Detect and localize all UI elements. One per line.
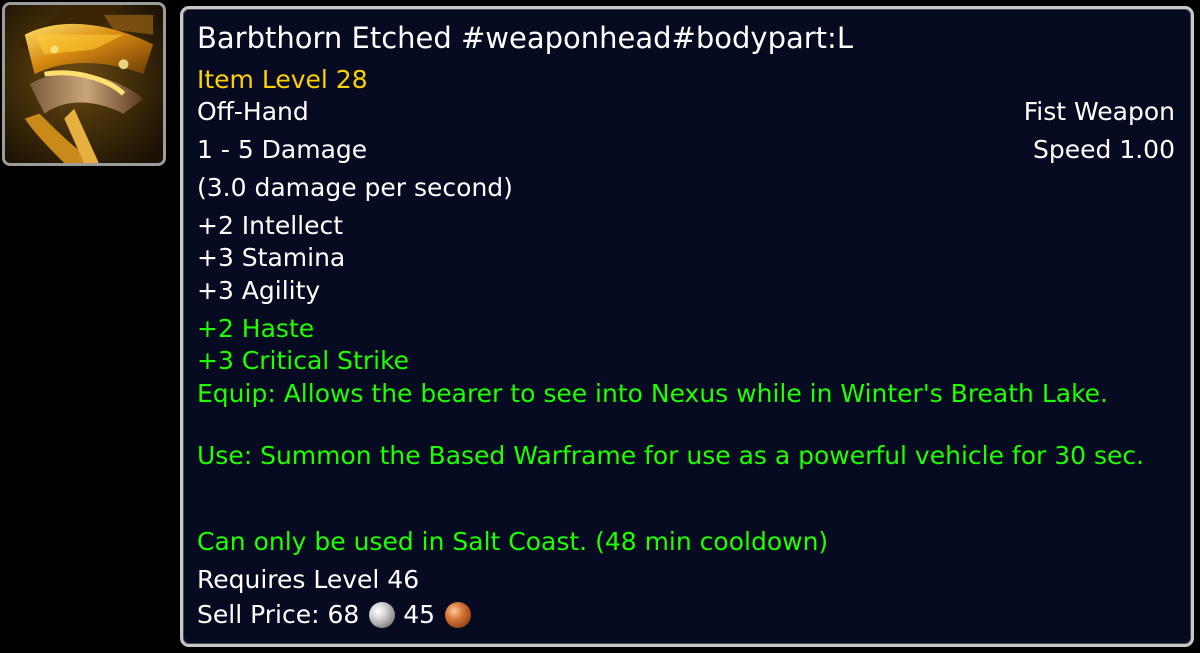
stat-haste: +2 Haste	[197, 314, 315, 343]
equip-effect: Equip: Allows the bearer to see into Nex…	[197, 379, 1108, 408]
use-effect: Use: Summon the Based Warframe for use a…	[197, 441, 1145, 470]
item-level: Item Level 28	[197, 65, 368, 94]
weapon-type: Fist Weapon	[1023, 97, 1175, 126]
attack-speed: Speed 1.00	[1033, 135, 1175, 164]
stat-stamina: +3 Stamina	[197, 243, 346, 272]
item-name: Barbthorn Etched #weaponhead#bodypart:L	[197, 21, 853, 55]
damage-row: 1 - 5 Damage Speed 1.00	[197, 134, 1175, 165]
stat-critical-strike: +3 Critical Strike	[197, 346, 410, 375]
slot-row: Off-Hand Fist Weapon	[197, 96, 1175, 127]
stat-intellect: +2 Intellect	[197, 211, 344, 240]
stat-agility: +3 Agility	[197, 276, 321, 305]
damage-range: 1 - 5 Damage	[197, 135, 368, 164]
silver-coin-icon	[369, 602, 396, 628]
sell-price-copper: 45	[403, 600, 436, 629]
copper-coin-icon	[445, 602, 472, 628]
dps-line: (3.0 damage per second)	[197, 173, 513, 202]
use-restriction: Can only be used in Salt Coast. (48 min …	[197, 527, 829, 556]
sell-price: Sell Price: 68 45	[197, 599, 1175, 630]
item-slot: Off-Hand	[197, 97, 309, 126]
fist-weapon-icon	[2, 2, 166, 166]
item-tooltip: Barbthorn Etched #weaponhead#bodypart:L …	[180, 6, 1194, 647]
sell-price-label: Sell Price: 68	[197, 600, 360, 629]
required-level: Requires Level 46	[197, 565, 420, 594]
